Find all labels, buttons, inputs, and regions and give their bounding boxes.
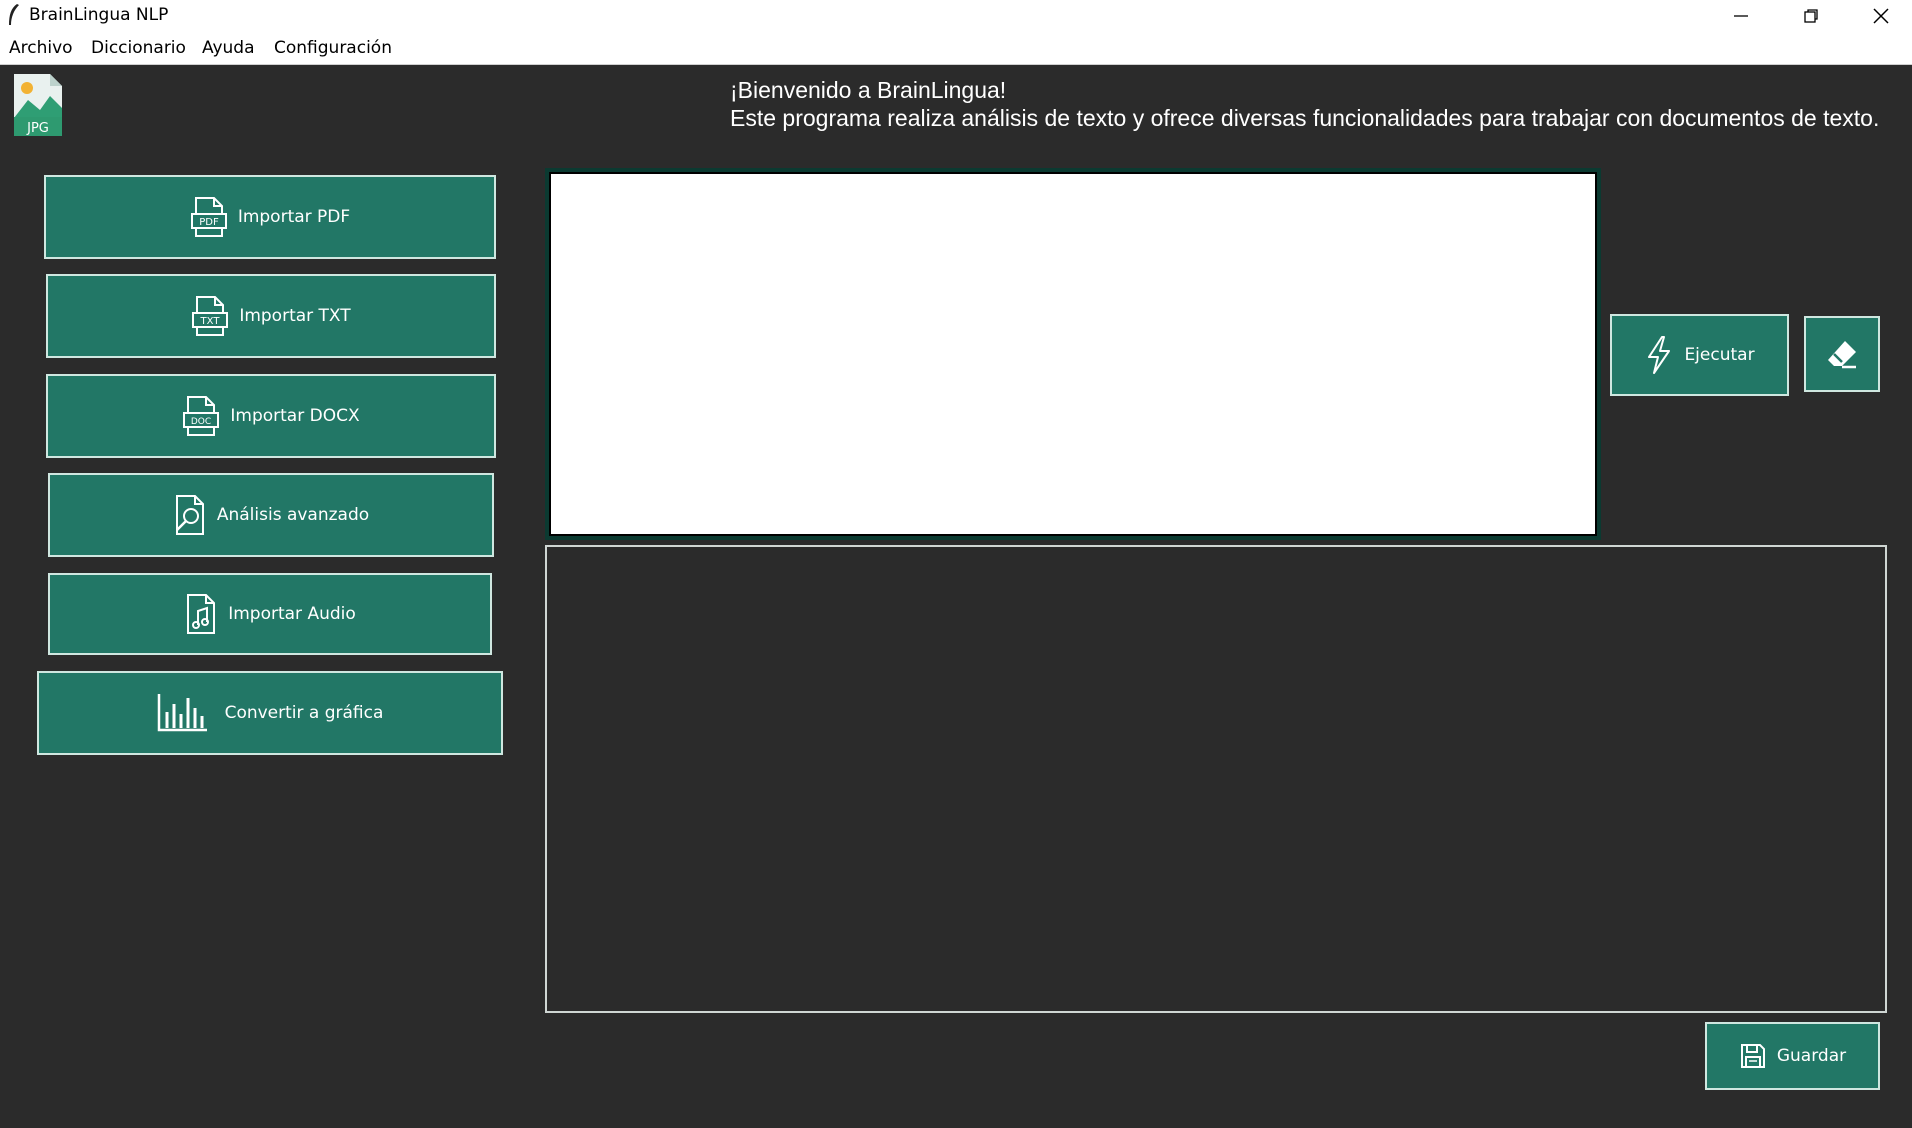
- svg-text:PDF: PDF: [199, 217, 219, 228]
- audio-file-icon: [187, 594, 216, 634]
- eraser-icon: [1828, 341, 1856, 369]
- import-pdf-label: Importar PDF: [237, 207, 351, 227]
- restore-button[interactable]: [1776, 0, 1846, 32]
- pdf-file-icon: PDF: [190, 197, 227, 237]
- advanced-analysis-button[interactable]: Análisis avanzado: [48, 473, 494, 557]
- welcome-text: ¡Bienvenido a BrainLingua! Este programa…: [730, 76, 1879, 132]
- execute-label: Ejecutar: [1684, 345, 1755, 365]
- save-button[interactable]: Guardar: [1705, 1022, 1880, 1090]
- bar-chart-icon: [157, 694, 207, 732]
- docx-file-icon: DOC: [183, 396, 220, 436]
- save-label: Guardar: [1776, 1046, 1847, 1066]
- menu-configuracion[interactable]: Configuración: [274, 38, 392, 58]
- lightning-icon: [1648, 336, 1671, 374]
- input-text-area[interactable]: [549, 172, 1597, 536]
- import-docx-label: Importar DOCX: [230, 406, 360, 426]
- window-title: BrainLingua NLP: [29, 5, 169, 25]
- file-search-icon: [175, 495, 204, 535]
- convert-to-chart-button[interactable]: Convertir a gráfica: [37, 671, 503, 755]
- menu-bar: Archivo Diccionario Ayuda Configuración: [0, 32, 1912, 65]
- import-pdf-button[interactable]: PDF Importar PDF: [44, 175, 496, 259]
- restore-icon: [1804, 9, 1818, 23]
- clear-button[interactable]: [1804, 316, 1880, 392]
- minimize-button[interactable]: [1706, 0, 1776, 32]
- logo-label: JPG: [26, 121, 49, 136]
- menu-ayuda[interactable]: Ayuda: [202, 38, 255, 58]
- close-button[interactable]: [1846, 0, 1912, 32]
- import-audio-button[interactable]: Importar Audio: [48, 573, 492, 655]
- advanced-analysis-label: Análisis avanzado: [216, 505, 370, 525]
- jpg-logo-icon: JPG: [14, 74, 62, 136]
- output-text-area[interactable]: [545, 545, 1887, 1013]
- txt-file-icon: TXT: [192, 296, 229, 336]
- import-txt-button[interactable]: TXT Importar TXT: [46, 274, 496, 358]
- feather-icon: [9, 4, 19, 25]
- menu-diccionario[interactable]: Diccionario: [91, 38, 186, 58]
- floppy-disk-icon: [1740, 1044, 1765, 1068]
- input-frame: [545, 168, 1601, 540]
- menu-archivo[interactable]: Archivo: [9, 38, 73, 58]
- execute-button[interactable]: Ejecutar: [1610, 314, 1789, 396]
- minimize-icon: [1734, 15, 1748, 17]
- close-icon: [1873, 8, 1889, 24]
- import-audio-label: Importar Audio: [228, 604, 356, 624]
- import-txt-label: Importar TXT: [239, 306, 351, 326]
- welcome-description: Este programa realiza análisis de texto …: [730, 105, 1880, 131]
- svg-text:TXT: TXT: [200, 316, 221, 327]
- svg-text:DOC: DOC: [191, 417, 211, 427]
- welcome-title: ¡Bienvenido a BrainLingua!: [730, 77, 1007, 103]
- convert-to-chart-label: Convertir a gráfica: [224, 703, 384, 723]
- title-bar: BrainLingua NLP: [0, 0, 1912, 32]
- import-docx-button[interactable]: DOC Importar DOCX: [46, 374, 496, 458]
